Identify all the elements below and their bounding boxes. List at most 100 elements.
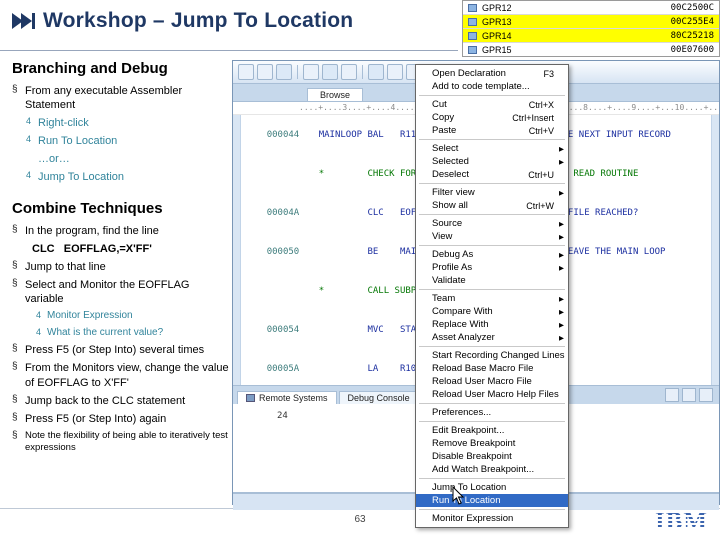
bullet-marker: 4 bbox=[36, 309, 42, 320]
menu-item[interactable]: Validate bbox=[416, 274, 568, 287]
toolbar-button[interactable] bbox=[238, 64, 254, 80]
menu-item-label: Preferences... bbox=[432, 407, 492, 418]
submenu-arrow-icon: ▶ bbox=[559, 296, 564, 303]
toolbar-button[interactable] bbox=[303, 64, 319, 80]
menu-item[interactable]: Remove Breakpoint bbox=[416, 437, 568, 450]
bullet-item: § From any executable Assembler Statemen… bbox=[12, 84, 230, 112]
register-icon bbox=[468, 17, 477, 26]
menu-item[interactable]: Reload User Macro File bbox=[416, 375, 568, 388]
slide-title-row: Workshop – Jump To Location bbox=[12, 9, 353, 33]
menu-item[interactable]: Copy Ctrl+Insert bbox=[416, 111, 568, 124]
register-value: 00C255E4 bbox=[670, 16, 714, 27]
menu-item-label: Run To Location bbox=[432, 495, 501, 506]
menu-item-label: Add to code template... bbox=[432, 81, 530, 92]
register-icon bbox=[468, 31, 477, 40]
maximize-view-button[interactable] bbox=[682, 388, 696, 402]
tab-remote-systems[interactable]: Remote Systems bbox=[237, 391, 337, 404]
menu-item-shortcut: F3 bbox=[543, 68, 554, 79]
tab-label: Remote Systems bbox=[259, 393, 328, 403]
menu-item-label: Profile As bbox=[432, 262, 473, 273]
menu-item[interactable]: Paste Ctrl+V bbox=[416, 124, 568, 137]
menu-item-label: View bbox=[432, 231, 453, 242]
bullet-item: 4 Jump To Location bbox=[26, 170, 230, 184]
menu-item[interactable]: Debug As ▶ bbox=[416, 248, 568, 261]
menu-item[interactable]: Jump To Location bbox=[416, 481, 568, 494]
menu-item-label: Open Declaration bbox=[432, 68, 506, 79]
menu-item[interactable]: Source ▶ bbox=[416, 217, 568, 230]
bullet-text: Note the flexibility of being able to it… bbox=[25, 429, 228, 453]
bullet-marker: § bbox=[12, 259, 18, 271]
menu-item-label: Disable Breakpoint bbox=[432, 451, 512, 462]
menu-item-label: Copy bbox=[432, 112, 455, 123]
toolbar-button[interactable] bbox=[341, 64, 357, 80]
menu-item[interactable]: Disable Breakpoint bbox=[416, 450, 568, 463]
menu-item[interactable]: Add to code template... bbox=[416, 80, 568, 93]
menu-item[interactable]: Select ▶ bbox=[416, 142, 568, 155]
register-row[interactable]: GPR13 00C255E4 bbox=[463, 15, 719, 29]
menu-item[interactable]: Deselect Ctrl+U bbox=[416, 168, 568, 181]
code-address: 00005A bbox=[266, 364, 300, 374]
minimize-view-button[interactable] bbox=[665, 388, 679, 402]
register-row[interactable]: GPR14 80C25218 bbox=[463, 29, 719, 43]
tab-label: Debug Console bbox=[347, 393, 410, 403]
bullet-marker-empty bbox=[26, 152, 38, 166]
menu-item[interactable]: Run To Location bbox=[416, 494, 568, 507]
tab-debug-console[interactable]: Debug Console bbox=[338, 391, 419, 404]
menu-item[interactable]: Open Declaration F3 bbox=[416, 67, 568, 80]
bullet-marker: 4 bbox=[36, 326, 42, 337]
menu-item[interactable]: Edit Breakpoint... bbox=[416, 424, 568, 437]
toolbar-button[interactable] bbox=[322, 64, 338, 80]
registers-view: GPR12 00C2500C GPR13 00C255E4 GPR14 80C2… bbox=[462, 0, 720, 57]
menu-item-label: Deselect bbox=[432, 169, 469, 180]
menu-item[interactable]: Preferences... bbox=[416, 406, 568, 419]
register-name: GPR12 bbox=[482, 2, 512, 13]
bullet-text: Press F5 (or Step Into) again bbox=[25, 412, 167, 425]
menu-item[interactable]: Team ▶ bbox=[416, 292, 568, 305]
menu-item[interactable]: Reload Base Macro File bbox=[416, 362, 568, 375]
bullet-item: 4 Monitor Expression bbox=[36, 310, 230, 323]
menu-item-label: Jump To Location bbox=[432, 482, 507, 493]
menu-item[interactable]: Asset Analyzer ▶ bbox=[416, 331, 568, 344]
menu-item[interactable]: Filter view ▶ bbox=[416, 186, 568, 199]
toolbar-button[interactable] bbox=[387, 64, 403, 80]
editor-scrollbar[interactable] bbox=[711, 115, 719, 385]
toolbar-button[interactable] bbox=[368, 64, 384, 80]
toolbar-button[interactable] bbox=[257, 64, 273, 80]
menu-item[interactable]: Profile As ▶ bbox=[416, 261, 568, 274]
menu-item[interactable]: Reload User Macro Help Files bbox=[416, 388, 568, 401]
menu-item-label: Debug As bbox=[432, 249, 474, 260]
bullet-text: From the Monitors view, change the value… bbox=[25, 362, 229, 389]
register-icon bbox=[468, 45, 477, 54]
menu-item-label: Start Recording Changed Lines bbox=[432, 350, 565, 361]
menu-item[interactable]: View ▶ bbox=[416, 230, 568, 243]
menu-item[interactable]: Selected ▶ bbox=[416, 155, 568, 168]
code-address: 000054 bbox=[266, 325, 300, 335]
menu-item[interactable]: Start Recording Changed Lines bbox=[416, 349, 568, 362]
bullet-marker: § bbox=[12, 393, 18, 405]
register-row[interactable]: GPR12 00C2500C bbox=[463, 1, 719, 15]
view-menu-button[interactable] bbox=[699, 388, 713, 402]
bullet-text: Jump back to the CLC statement bbox=[25, 394, 186, 407]
code-address: 000050 bbox=[266, 247, 300, 257]
toolbar-button[interactable] bbox=[276, 64, 292, 80]
register-name: GPR13 bbox=[482, 16, 512, 27]
register-value: 00C2500C bbox=[670, 2, 714, 13]
bullet-marker: § bbox=[12, 343, 18, 355]
menu-item[interactable]: Add Watch Breakpoint... bbox=[416, 463, 568, 476]
toolbar-separator bbox=[362, 65, 363, 79]
menu-item[interactable]: Replace With ▶ bbox=[416, 318, 568, 331]
editor-tab-browse[interactable]: Browse bbox=[307, 88, 364, 101]
menu-item[interactable]: Cut Ctrl+X bbox=[416, 98, 568, 111]
menu-item-label: Edit Breakpoint... bbox=[432, 425, 505, 436]
bottom-tab-toolbar bbox=[665, 388, 719, 404]
menu-item[interactable]: Show all Ctrl+W bbox=[416, 199, 568, 212]
menu-item-label: Reload User Macro File bbox=[432, 376, 532, 387]
menu-item-label: Validate bbox=[432, 275, 466, 286]
menu-item-label: Reload User Macro Help Files bbox=[432, 389, 559, 400]
menu-item[interactable]: Monitor Expression bbox=[416, 512, 568, 525]
bullet-text: Select and Monitor the EOFFLAG variable bbox=[25, 278, 190, 305]
mouse-cursor bbox=[452, 486, 464, 505]
register-row[interactable]: GPR15 00E07600 bbox=[463, 43, 719, 56]
menu-item[interactable]: Compare With ▶ bbox=[416, 305, 568, 318]
menu-item-label: Filter view bbox=[432, 187, 475, 198]
